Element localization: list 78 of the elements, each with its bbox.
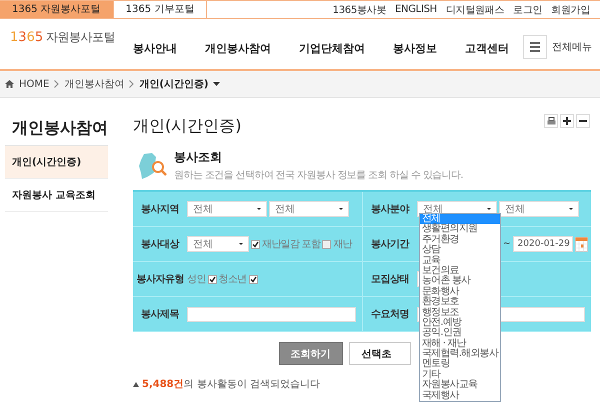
- dropdown-option[interactable]: 행정보조: [420, 308, 500, 318]
- nav-link[interactable]: 봉사정보: [379, 40, 451, 56]
- dropdown-option[interactable]: 상담: [420, 245, 500, 256]
- minus-icon: [579, 117, 587, 125]
- sidebar-item[interactable]: 개인(시간인증): [5, 146, 108, 179]
- field-label: 봉사제목: [140, 308, 180, 321]
- breadcrumb-link[interactable]: HOME: [19, 78, 50, 90]
- nav-link[interactable]: 개인봉사참여: [191, 40, 285, 56]
- dropdown-option[interactable]: 기타: [420, 370, 500, 380]
- breadcrumb-link[interactable]: 개인봉사참여: [64, 77, 124, 91]
- field-label: 봉사자유형: [135, 273, 185, 286]
- dropdown-option[interactable]: 안전.예방: [420, 318, 500, 328]
- select-field[interactable]: 전체: [187, 201, 267, 217]
- nav-link[interactable]: 봉사안내: [119, 40, 191, 56]
- top-link[interactable]: ENGLISH: [395, 4, 437, 15]
- menu-icon: [523, 35, 547, 59]
- section-title: 봉사조회: [174, 149, 223, 166]
- sidebar-item[interactable]: 자원봉사 교육조회: [5, 179, 108, 212]
- dropdown-option[interactable]: 국제협력.해외봉사: [420, 349, 500, 360]
- checkbox[interactable]: [208, 274, 217, 284]
- select-field[interactable]: 전체: [187, 236, 249, 252]
- all-menu-link[interactable]: 전체메뉴: [552, 40, 592, 54]
- chevron-icon: [54, 80, 60, 88]
- zoom-in-button[interactable]: [560, 114, 574, 128]
- range-separator: ~: [503, 239, 511, 249]
- portal-tab[interactable]: 1365 자원봉사포털: [0, 1, 114, 18]
- dropdown-option[interactable]: 생활편의지원: [420, 224, 500, 235]
- checkbox-label: 재난일감 포함: [262, 238, 320, 251]
- triangle-icon: [133, 382, 139, 386]
- section-description: 원하는 조건을 선택하여 전국 자원봉사 정보를 조회 하실 수 있습니다.: [174, 169, 463, 182]
- field-label: 모집상태: [370, 273, 410, 286]
- dropdown-option[interactable]: 교육: [420, 256, 500, 266]
- breadcrumb-link[interactable]: 개인(시간인증): [139, 77, 208, 91]
- top-link[interactable]: 회원가입: [551, 2, 590, 16]
- field-label: 수요처명: [370, 308, 410, 321]
- checkbox-label: 재난: [333, 238, 352, 251]
- checkbox[interactable]: [248, 274, 258, 284]
- dropdown-option[interactable]: 보건의료: [420, 266, 500, 276]
- calendar-icon: [574, 236, 588, 252]
- dropdown-option[interactable]: 농어촌 봉사: [420, 276, 500, 287]
- dropdown-option[interactable]: 멘토링: [420, 359, 500, 370]
- field-label: 봉사분야: [370, 203, 410, 216]
- print-button[interactable]: [544, 114, 558, 128]
- reset-button[interactable]: 선택초: [348, 342, 410, 365]
- site-logo[interactable]: 1365 자원봉사포털: [10, 28, 119, 46]
- select-field[interactable]: 전체: [269, 201, 349, 217]
- dropdown-option[interactable]: 공익.인권: [420, 328, 500, 339]
- checkbox-label: 청소년: [218, 273, 247, 286]
- dropdown-option[interactable]: 재해 · 재난: [420, 338, 500, 350]
- zoom-out-button[interactable]: [576, 114, 590, 128]
- nav-link[interactable]: 기업단체참여: [285, 40, 379, 56]
- printer-icon: [546, 117, 556, 125]
- dropdown-option[interactable]: 자원봉사교육: [420, 380, 500, 391]
- checkbox[interactable]: [251, 240, 260, 248]
- result-text: 5,488건의 봉사활동이 검색되었습니다: [142, 378, 320, 391]
- field-label: 봉사대상: [140, 238, 180, 251]
- checkbox-label: 성인: [187, 273, 206, 286]
- top-link[interactable]: 디지털원패스: [446, 2, 504, 16]
- plus-icon: [563, 117, 571, 125]
- nav-link[interactable]: 고객센터: [451, 40, 523, 56]
- dropdown-option[interactable]: 환경보호: [420, 297, 500, 308]
- checkbox[interactable]: [322, 240, 332, 248]
- page-title: 개인(시간인증): [133, 116, 242, 137]
- home-icon: [5, 80, 14, 88]
- field-label: 봉사기간: [370, 238, 410, 251]
- dropdown-option[interactable]: 주거환경: [420, 234, 500, 246]
- portal-tab[interactable]: 1365 기부포털: [114, 1, 208, 18]
- map-search-icon: [138, 152, 168, 180]
- dropdown-option[interactable]: 문화행사: [420, 286, 500, 298]
- top-link[interactable]: 로그인: [513, 2, 542, 16]
- chevron-icon: [129, 80, 134, 88]
- top-link[interactable]: 1365봉사봇: [332, 2, 386, 16]
- caret-icon: [213, 82, 220, 86]
- date-field[interactable]: 2020-01-29: [512, 236, 573, 252]
- select-field[interactable]: 전체: [499, 201, 579, 217]
- field-label: 봉사지역: [140, 203, 180, 216]
- text-field[interactable]: [187, 306, 356, 322]
- dropdown-option[interactable]: 국제행사: [420, 390, 500, 402]
